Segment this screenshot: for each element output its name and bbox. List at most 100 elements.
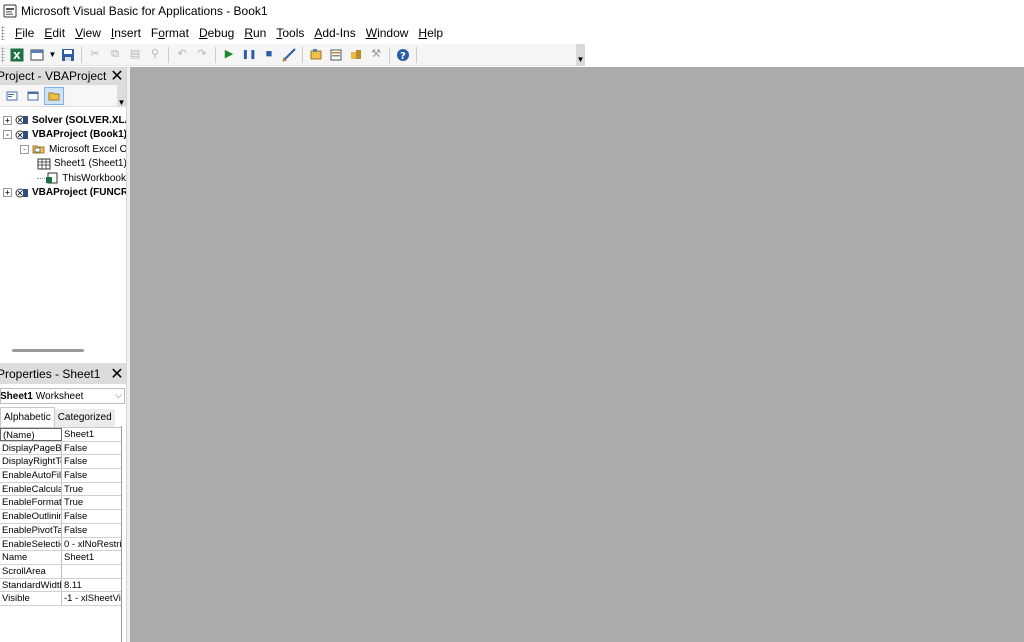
properties-window-icon[interactable] (327, 46, 345, 64)
project-icon (15, 187, 29, 199)
property-value[interactable]: False (62, 510, 122, 523)
collapse-icon[interactable]: - (3, 130, 12, 140)
horizontal-scrollbar-thumb[interactable] (12, 349, 84, 352)
tree-item[interactable]: + VBAProject (FUNCRES.XLAM) (0, 186, 126, 201)
undo-icon[interactable]: ↶ (173, 46, 191, 64)
menu-view[interactable]: View (70, 23, 106, 43)
chevron-down-icon[interactable]: ▼ (117, 85, 126, 107)
object-dropdown[interactable]: Sheet1 Worksheet ⌵ (0, 388, 125, 404)
property-row[interactable]: EnableCalculationTrue (0, 482, 122, 497)
menu-format[interactable]: Format (146, 23, 194, 43)
tab-alphabetic[interactable]: Alphabetic (0, 407, 55, 427)
property-row[interactable]: Name Sheet1 (0, 551, 122, 565)
help-icon[interactable]: ? (394, 46, 412, 64)
property-row[interactable]: DisplayPageBreaksFalse (0, 441, 122, 456)
toolbar-grip[interactable] (1, 46, 5, 63)
object-browser-icon[interactable] (347, 46, 365, 64)
property-value[interactable]: -1 - xlSheetVisible (62, 592, 122, 605)
property-name[interactable]: Visible (0, 592, 62, 605)
property-name[interactable]: ScrollArea (0, 564, 62, 578)
property-row[interactable]: StandardWidth 8.11 (0, 578, 122, 593)
close-icon[interactable]: ✕ (108, 365, 126, 383)
break-icon[interactable]: ❚❚ (240, 46, 258, 64)
design-mode-icon[interactable] (280, 46, 298, 64)
tab-categorized[interactable]: Categorized (54, 409, 115, 427)
property-value[interactable]: 0 - xlNoRestrictions (62, 538, 122, 551)
tree-item[interactable]: Sheet1 (Sheet1) (0, 157, 126, 172)
menu-tools[interactable]: Tools (271, 23, 309, 43)
expand-icon[interactable]: + (3, 188, 12, 198)
tree-item[interactable]: + Solver (SOLVER.XLAM) (0, 113, 126, 128)
property-value[interactable]: False (62, 442, 122, 455)
property-name[interactable]: EnableAutoFilter (0, 469, 62, 482)
property-name[interactable]: StandardWidth (0, 578, 62, 592)
view-excel-icon[interactable]: X (8, 46, 26, 64)
property-value[interactable]: Sheet1 (62, 428, 122, 441)
property-row[interactable]: (Name) Sheet1 (0, 428, 122, 442)
toolbar-overflow-chevron-icon[interactable]: ▼ (576, 44, 585, 66)
menu-debug[interactable]: Debug (194, 23, 239, 43)
menu-add-ins[interactable]: Add-Ins (309, 23, 360, 43)
view-object-icon[interactable] (23, 87, 43, 105)
menu-grip[interactable] (1, 26, 5, 40)
property-value[interactable]: False (62, 455, 122, 468)
property-row[interactable]: Visible-1 - xlSheetVisible (0, 592, 122, 606)
copy-icon[interactable]: ⧉ (106, 46, 124, 64)
property-name[interactable]: EnableCalculation (0, 482, 62, 496)
mdi-workspace[interactable] (130, 67, 1024, 642)
toggle-folders-icon[interactable] (44, 86, 64, 105)
expand-icon[interactable]: + (3, 115, 12, 125)
collapse-icon[interactable]: - (20, 144, 29, 154)
redo-icon[interactable]: ↷ (193, 46, 211, 64)
property-name[interactable]: DisplayRightToLeft (0, 455, 62, 469)
property-name[interactable]: EnableOutlining (0, 510, 62, 523)
property-value[interactable]: True (62, 483, 122, 496)
property-name[interactable]: EnableSelection (0, 537, 62, 551)
tree-item[interactable]: ThisWorkbook (0, 171, 126, 186)
properties-grid-scrollbar[interactable] (121, 426, 122, 642)
property-value[interactable]: False (62, 469, 122, 482)
property-value[interactable]: True (62, 496, 122, 509)
property-row[interactable]: DisplayRightToLeftFalse (0, 455, 122, 470)
property-row[interactable]: EnableAutoFilterFalse (0, 469, 122, 483)
menu-edit[interactable]: Edit (39, 23, 70, 43)
tree-item[interactable]: - VBAProject (Book1) (0, 128, 126, 143)
property-value[interactable]: Sheet1 (62, 551, 122, 564)
toolbox-icon[interactable]: ⚒ (367, 46, 385, 64)
insert-userform-icon[interactable] (28, 46, 46, 64)
menu-window[interactable]: Window (361, 23, 414, 43)
property-row[interactable]: ScrollArea (0, 564, 122, 579)
reset-icon[interactable]: ■ (260, 46, 278, 64)
cut-icon[interactable]: ✂ (86, 46, 104, 64)
property-name[interactable]: Name (0, 551, 62, 564)
property-row[interactable]: EnableSelection0 - xlNoRestrictions (0, 537, 122, 552)
properties-pane-titlebar[interactable]: Properties - Sheet1 ✕ (0, 363, 126, 384)
close-icon[interactable]: ✕ (108, 67, 126, 85)
property-row[interactable]: EnableFormatConditionsCalculationTrue (0, 496, 122, 511)
property-row[interactable]: EnableOutliningFalse (0, 510, 122, 524)
save-icon[interactable] (59, 46, 77, 64)
property-name[interactable]: DisplayPageBreaks (0, 441, 62, 455)
project-pane-titlebar[interactable]: Project - VBAProject ✕ (0, 67, 126, 85)
property-value[interactable]: 8.11 (62, 579, 122, 592)
chevron-down-icon[interactable]: ⌵ (115, 390, 122, 401)
property-name[interactable]: EnableFormatConditionsCalculation (0, 496, 62, 510)
menu-accelerator: T (276, 26, 283, 40)
run-icon[interactable]: ▶ (220, 46, 238, 64)
property-row[interactable]: EnablePivotTableFalse (0, 523, 122, 538)
dropdown-arrow-icon[interactable]: ▼ (48, 46, 57, 64)
view-code-icon[interactable] (2, 87, 22, 105)
project-explorer-icon[interactable] (307, 46, 325, 64)
property-value[interactable] (62, 565, 122, 578)
paste-icon[interactable]: ▤ (126, 46, 144, 64)
menu-help[interactable]: Help (413, 23, 448, 43)
vba-app-icon (3, 4, 17, 17)
menu-run[interactable]: Run (239, 23, 271, 43)
menu-insert[interactable]: Insert (106, 23, 146, 43)
property-name[interactable]: EnablePivotTable (0, 523, 62, 537)
find-icon[interactable]: ⚲ (146, 46, 164, 64)
tree-item[interactable]: - Microsoft Excel Objects (0, 142, 126, 157)
property-name[interactable]: (Name) (0, 428, 62, 441)
menu-file[interactable]: File (10, 23, 39, 43)
property-value[interactable]: False (62, 524, 122, 537)
